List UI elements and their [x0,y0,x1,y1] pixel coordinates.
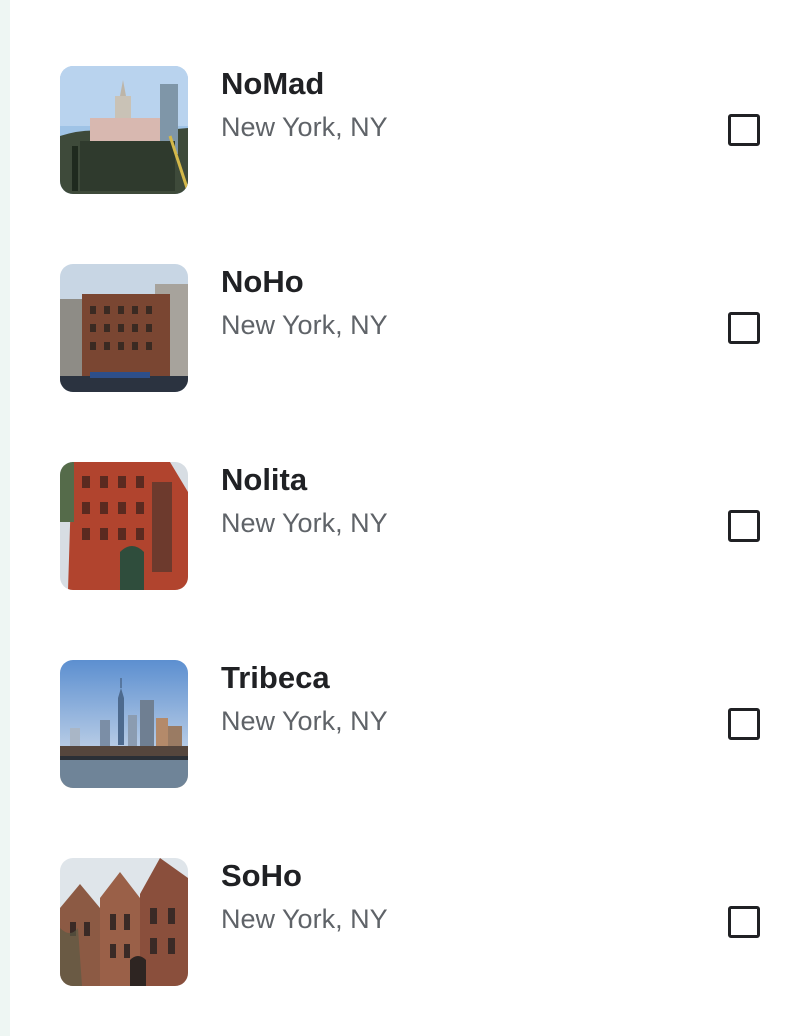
list-item[interactable]: NoHo New York, NY [0,264,806,392]
place-name: Tribeca [221,660,330,695]
place-photo [60,66,188,194]
place-location: New York, NY [221,112,388,142]
select-checkbox[interactable] [728,510,760,542]
select-checkbox[interactable] [728,114,760,146]
select-checkbox[interactable] [728,708,760,740]
place-photo [60,462,188,590]
list-item[interactable]: SoHo New York, NY [0,858,806,986]
place-name: Nolita [221,462,308,497]
place-location: New York, NY [221,508,388,538]
place-location: New York, NY [221,310,388,340]
list-item[interactable]: Nolita New York, NY [0,462,806,590]
place-name: NoHo [221,264,304,299]
place-photo [60,660,188,788]
place-location: New York, NY [221,904,388,934]
list-item[interactable]: NoMad New York, NY [0,66,806,194]
place-name: NoMad [221,66,325,101]
place-photo [60,858,188,986]
select-checkbox[interactable] [728,906,760,938]
place-photo [60,264,188,392]
select-checkbox[interactable] [728,312,760,344]
place-name: SoHo [221,858,302,893]
place-location: New York, NY [221,706,388,736]
list-item[interactable]: Tribeca New York, NY [0,660,806,788]
